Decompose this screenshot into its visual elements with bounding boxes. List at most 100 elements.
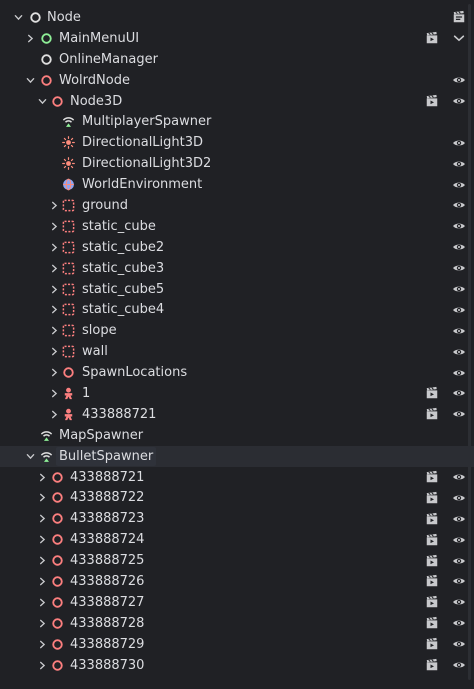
expand-arrow-icon[interactable] (48, 362, 60, 383)
expand-arrow-icon[interactable] (48, 320, 60, 341)
scene-icon[interactable] (425, 383, 439, 404)
expand-arrow-icon[interactable] (36, 487, 48, 508)
scene-icon[interactable] (425, 655, 439, 676)
tree-item-label[interactable]: MainMenuUI (56, 29, 142, 48)
scene-icon[interactable] (425, 508, 439, 529)
eye-icon[interactable] (452, 529, 466, 550)
tree-row[interactable]: static_cube5 (0, 279, 474, 300)
tree-row[interactable]: Node3D (0, 91, 474, 112)
tree-row[interactable]: static_cube3 (0, 258, 474, 279)
tree-item-label[interactable]: 433888722 (67, 488, 147, 507)
expand-arrow-icon[interactable] (48, 299, 60, 320)
tree-item-label[interactable]: 433888725 (67, 551, 147, 570)
tree-item-label[interactable]: SpawnLocations (79, 363, 190, 382)
tree-item-label[interactable]: 433888730 (67, 656, 147, 675)
expand-arrow-icon[interactable] (48, 279, 60, 300)
expand-arrow-icon[interactable] (36, 634, 48, 655)
collapse-arrow-icon[interactable] (24, 446, 36, 467)
eye-icon[interactable] (452, 487, 466, 508)
scene-icon[interactable] (425, 592, 439, 613)
eye-icon[interactable] (452, 237, 466, 258)
expand-arrow-icon[interactable] (36, 655, 48, 676)
scene-icon[interactable] (425, 467, 439, 488)
tree-row[interactable]: static_cube2 (0, 237, 474, 258)
tree-item-label[interactable]: static_cube2 (79, 238, 167, 257)
tree-row[interactable]: WolrdNode (0, 70, 474, 91)
tree-row[interactable]: 433888724 (0, 529, 474, 550)
expand-arrow-icon[interactable] (48, 258, 60, 279)
tree-row[interactable]: wall (0, 341, 474, 362)
tree-item-label[interactable]: 433888721 (79, 405, 159, 424)
scene-icon[interactable] (425, 529, 439, 550)
eye-icon[interactable] (452, 613, 466, 634)
tree-item-label[interactable]: slope (79, 321, 120, 340)
tree-item-label[interactable]: 433888723 (67, 509, 147, 528)
eye-icon[interactable] (452, 550, 466, 571)
tree-item-label[interactable]: WorldEnvironment (79, 175, 205, 194)
tree-row[interactable]: 1 (0, 383, 474, 404)
scene-icon[interactable] (425, 634, 439, 655)
tree-row[interactable]: BulletSpawner (0, 445, 474, 467)
expand-arrow-icon[interactable] (36, 529, 48, 550)
collapse-arrow-icon[interactable] (12, 7, 24, 28)
tree-item-label[interactable]: 433888726 (67, 572, 147, 591)
tree-row[interactable]: WorldEnvironment (0, 174, 474, 195)
eye-icon[interactable] (452, 216, 466, 237)
eye-icon[interactable] (452, 91, 466, 112)
tree-item-label[interactable]: 1 (79, 384, 93, 403)
tree-item-label[interactable]: MapSpawner (56, 426, 146, 445)
eye-icon[interactable] (452, 508, 466, 529)
expand-arrow-icon[interactable] (48, 404, 60, 425)
eye-icon[interactable] (452, 571, 466, 592)
scene-icon[interactable] (425, 487, 439, 508)
tree-row[interactable]: 433888721 (0, 404, 474, 425)
expand-arrow-icon[interactable] (48, 216, 60, 237)
eye-icon[interactable] (452, 383, 466, 404)
tree-row[interactable]: Node (0, 7, 474, 28)
eye-icon[interactable] (452, 341, 466, 362)
tree-item-label[interactable]: 433888729 (67, 635, 147, 654)
tree-item-label[interactable]: DirectionalLight3D (79, 133, 206, 152)
tree-row[interactable]: MapSpawner (0, 425, 474, 446)
tree-row[interactable]: 433888728 (0, 613, 474, 634)
tree-row[interactable]: 433888721 (0, 467, 474, 488)
expand-arrow-icon[interactable] (36, 571, 48, 592)
tree-row[interactable]: static_cube4 (0, 299, 474, 320)
expand-arrow-icon[interactable] (36, 613, 48, 634)
tree-item-label[interactable]: DirectionalLight3D2 (79, 154, 214, 173)
tree-item-label[interactable]: static_cube (79, 217, 159, 236)
expand-arrow-icon[interactable] (36, 508, 48, 529)
tree-row[interactable]: MainMenuUI (0, 28, 474, 49)
tree-item-label[interactable]: Node (44, 8, 84, 27)
tree-item-label[interactable]: wall (79, 342, 111, 361)
tree-item-label[interactable]: 433888724 (67, 530, 147, 549)
expand-arrow-icon[interactable] (36, 592, 48, 613)
tree-item-label[interactable]: Node3D (67, 92, 125, 111)
tree-item-label[interactable]: ground (79, 196, 131, 215)
script-icon[interactable] (452, 7, 466, 28)
visibility-toggle-icon[interactable] (452, 28, 466, 49)
scene-icon[interactable] (425, 404, 439, 425)
scene-icon[interactable] (425, 550, 439, 571)
scene-icon[interactable] (425, 571, 439, 592)
expand-arrow-icon[interactable] (48, 195, 60, 216)
expand-arrow-icon[interactable] (48, 237, 60, 258)
tree-item-label[interactable]: BulletSpawner (56, 446, 157, 466)
eye-icon[interactable] (452, 258, 466, 279)
tree-row[interactable]: static_cube (0, 216, 474, 237)
tree-item-label[interactable]: MultiplayerSpawner (79, 112, 214, 131)
tree-row[interactable]: 433888723 (0, 508, 474, 529)
eye-icon[interactable] (452, 279, 466, 300)
eye-icon[interactable] (452, 299, 466, 320)
eye-icon[interactable] (452, 634, 466, 655)
tree-item-label[interactable]: WolrdNode (56, 71, 133, 90)
tree-row[interactable]: 433888726 (0, 571, 474, 592)
tree-item-label[interactable]: 433888727 (67, 593, 147, 612)
eye-icon[interactable] (452, 70, 466, 91)
eye-icon[interactable] (452, 362, 466, 383)
tree-row[interactable]: OnlineManager (0, 49, 474, 70)
tree-item-label[interactable]: static_cube5 (79, 280, 167, 299)
tree-row[interactable]: 433888729 (0, 634, 474, 655)
tree-item-label[interactable]: OnlineManager (56, 50, 161, 69)
expand-arrow-icon[interactable] (36, 467, 48, 488)
